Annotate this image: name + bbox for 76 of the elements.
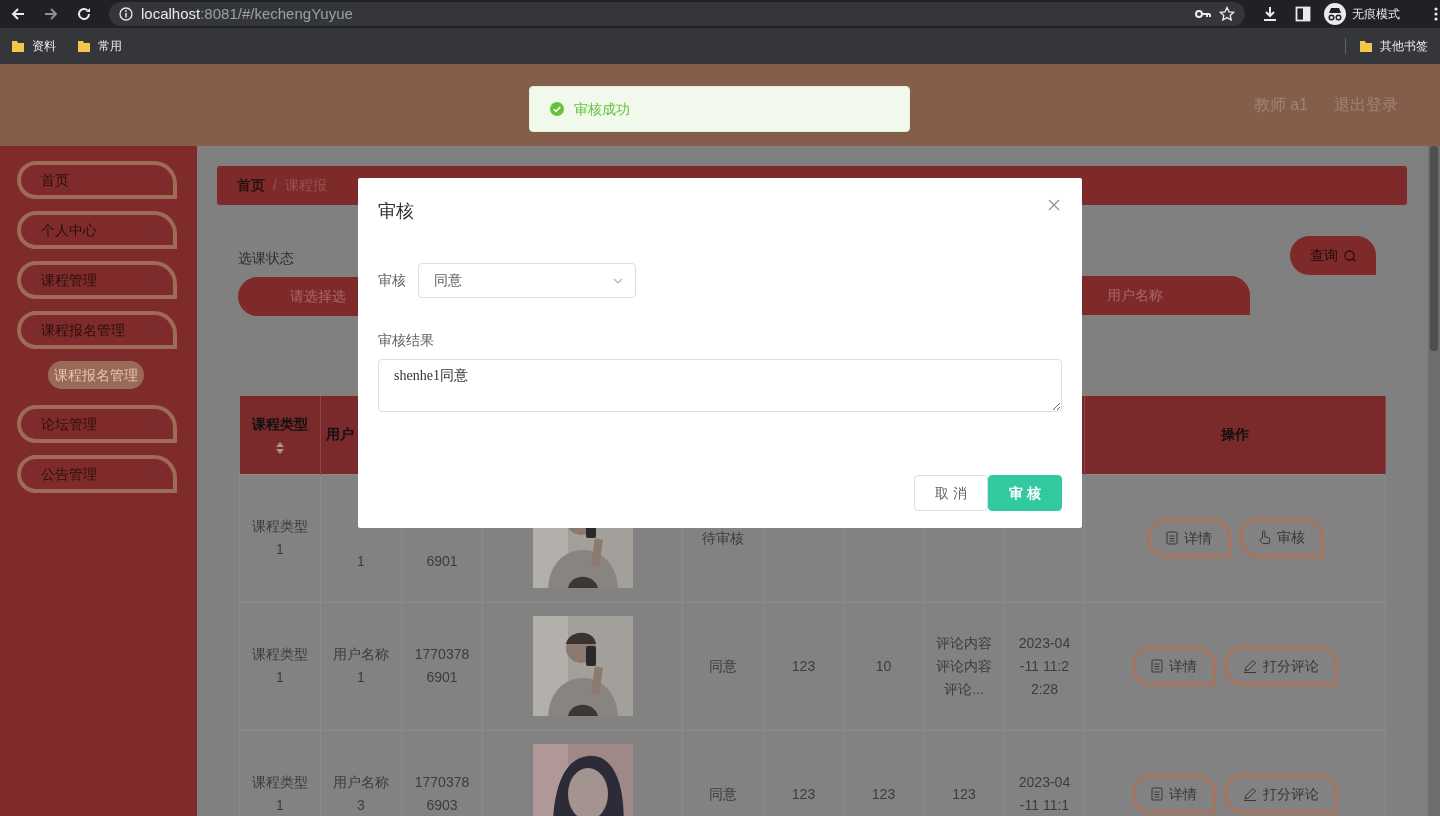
table-cell: 2023-04-11 11:22:28	[1004, 602, 1085, 730]
folder-icon	[12, 40, 24, 52]
document-icon	[1151, 787, 1163, 801]
folder-icon	[78, 40, 90, 52]
back-icon[interactable]	[10, 6, 26, 22]
breadcrumb-link[interactable]: 首页	[237, 175, 265, 196]
table-cell: 用户名称3	[320, 730, 402, 816]
table-cell: 课程类型1	[239, 730, 321, 816]
pen-icon	[1243, 659, 1257, 673]
table-cell: 10	[843, 602, 924, 730]
confirm-button[interactable]: 审核	[988, 475, 1062, 511]
sidebar-subitem[interactable]: 课程报名管理	[48, 361, 144, 389]
column-header: 操作	[1084, 396, 1386, 474]
rate-button[interactable]: 打分评论	[1224, 646, 1338, 686]
sidebar-item[interactable]: 首页	[17, 161, 177, 199]
table-cell: 课程类型1	[239, 602, 321, 730]
table-cell: 123	[843, 730, 924, 816]
search-icon	[1344, 249, 1356, 262]
sidebar-item[interactable]: 课程管理	[17, 261, 177, 299]
rate-button[interactable]: 打分评论	[1224, 774, 1338, 814]
column-header[interactable]: 课程类型	[239, 396, 321, 474]
chevron-down-icon	[613, 277, 623, 284]
dialog-title: 审核	[378, 200, 414, 223]
table-cell: 2023-04-11 11:1	[1004, 730, 1085, 816]
cancel-button[interactable]: 取消	[914, 475, 988, 511]
close-icon	[1048, 199, 1060, 211]
table-cell: 123	[923, 730, 1005, 816]
table-cell: 17703786903	[401, 730, 483, 816]
url-text: localhost:8081/#/kechengYuyue	[141, 3, 353, 24]
document-icon	[1151, 659, 1163, 673]
field-label: 审核	[378, 271, 406, 290]
profile-label[interactable]: 无痕模式	[1352, 5, 1400, 23]
result-textarea[interactable]: shenhe1同意	[378, 359, 1062, 412]
bookmark[interactable]: 资料	[32, 37, 56, 55]
incognito-icon[interactable]	[1324, 3, 1346, 25]
key-icon[interactable]	[1195, 9, 1211, 19]
detail-button[interactable]: 详情	[1132, 646, 1216, 686]
check-circle-icon	[550, 102, 564, 116]
pointing-hand-icon	[1257, 530, 1271, 546]
table-cell: 同意	[682, 602, 764, 730]
folder-icon	[1360, 40, 1372, 52]
table-cell: 123	[763, 602, 844, 730]
bookmark-folder[interactable]: 其他书签	[1380, 37, 1428, 55]
sidebar-item[interactable]: 论坛管理	[17, 405, 177, 443]
table-cell: 17703786901	[401, 602, 483, 730]
scrollbar[interactable]	[1428, 146, 1440, 816]
bookmark[interactable]: 常用	[98, 37, 122, 55]
table-cell: 用户名称1	[320, 602, 402, 730]
reload-icon[interactable]	[76, 6, 92, 22]
field-label: 审核结果	[378, 331, 434, 350]
breadcrumb-separator: /	[273, 176, 277, 195]
side-panel-icon[interactable]	[1295, 6, 1311, 22]
detail-button[interactable]: 详情	[1132, 774, 1216, 814]
review-button[interactable]: 审核	[1238, 517, 1324, 558]
menu-icon[interactable]	[1434, 7, 1438, 21]
sort-icon[interactable]	[274, 441, 285, 456]
close-button[interactable]	[1048, 199, 1060, 211]
table-cell: 评论内容评论内容评论...	[923, 602, 1005, 730]
sidebar-item[interactable]: 课程报名管理	[17, 311, 177, 349]
sidebar-item[interactable]: 个人中心	[17, 211, 177, 249]
address-bar[interactable]: localhost:8081/#/kechengYuyue	[109, 2, 1245, 26]
download-icon[interactable]	[1262, 6, 1278, 22]
query-button[interactable]: 查询	[1290, 236, 1376, 275]
info-icon	[119, 7, 133, 21]
toast-message: 审核成功	[574, 99, 630, 119]
star-icon[interactable]	[1219, 6, 1235, 22]
pen-icon	[1243, 787, 1257, 801]
document-icon	[1165, 531, 1178, 546]
review-select[interactable]: 同意	[418, 263, 636, 298]
detail-button[interactable]: 详情	[1146, 518, 1231, 559]
table-cell: 课程类型1	[239, 474, 321, 602]
field-label: 选课状态	[238, 249, 294, 268]
sidebar-item[interactable]: 公告管理	[17, 455, 177, 493]
table-cell: 123	[763, 730, 844, 816]
table-cell: 同意	[682, 730, 764, 816]
forward-icon[interactable]	[43, 6, 59, 22]
